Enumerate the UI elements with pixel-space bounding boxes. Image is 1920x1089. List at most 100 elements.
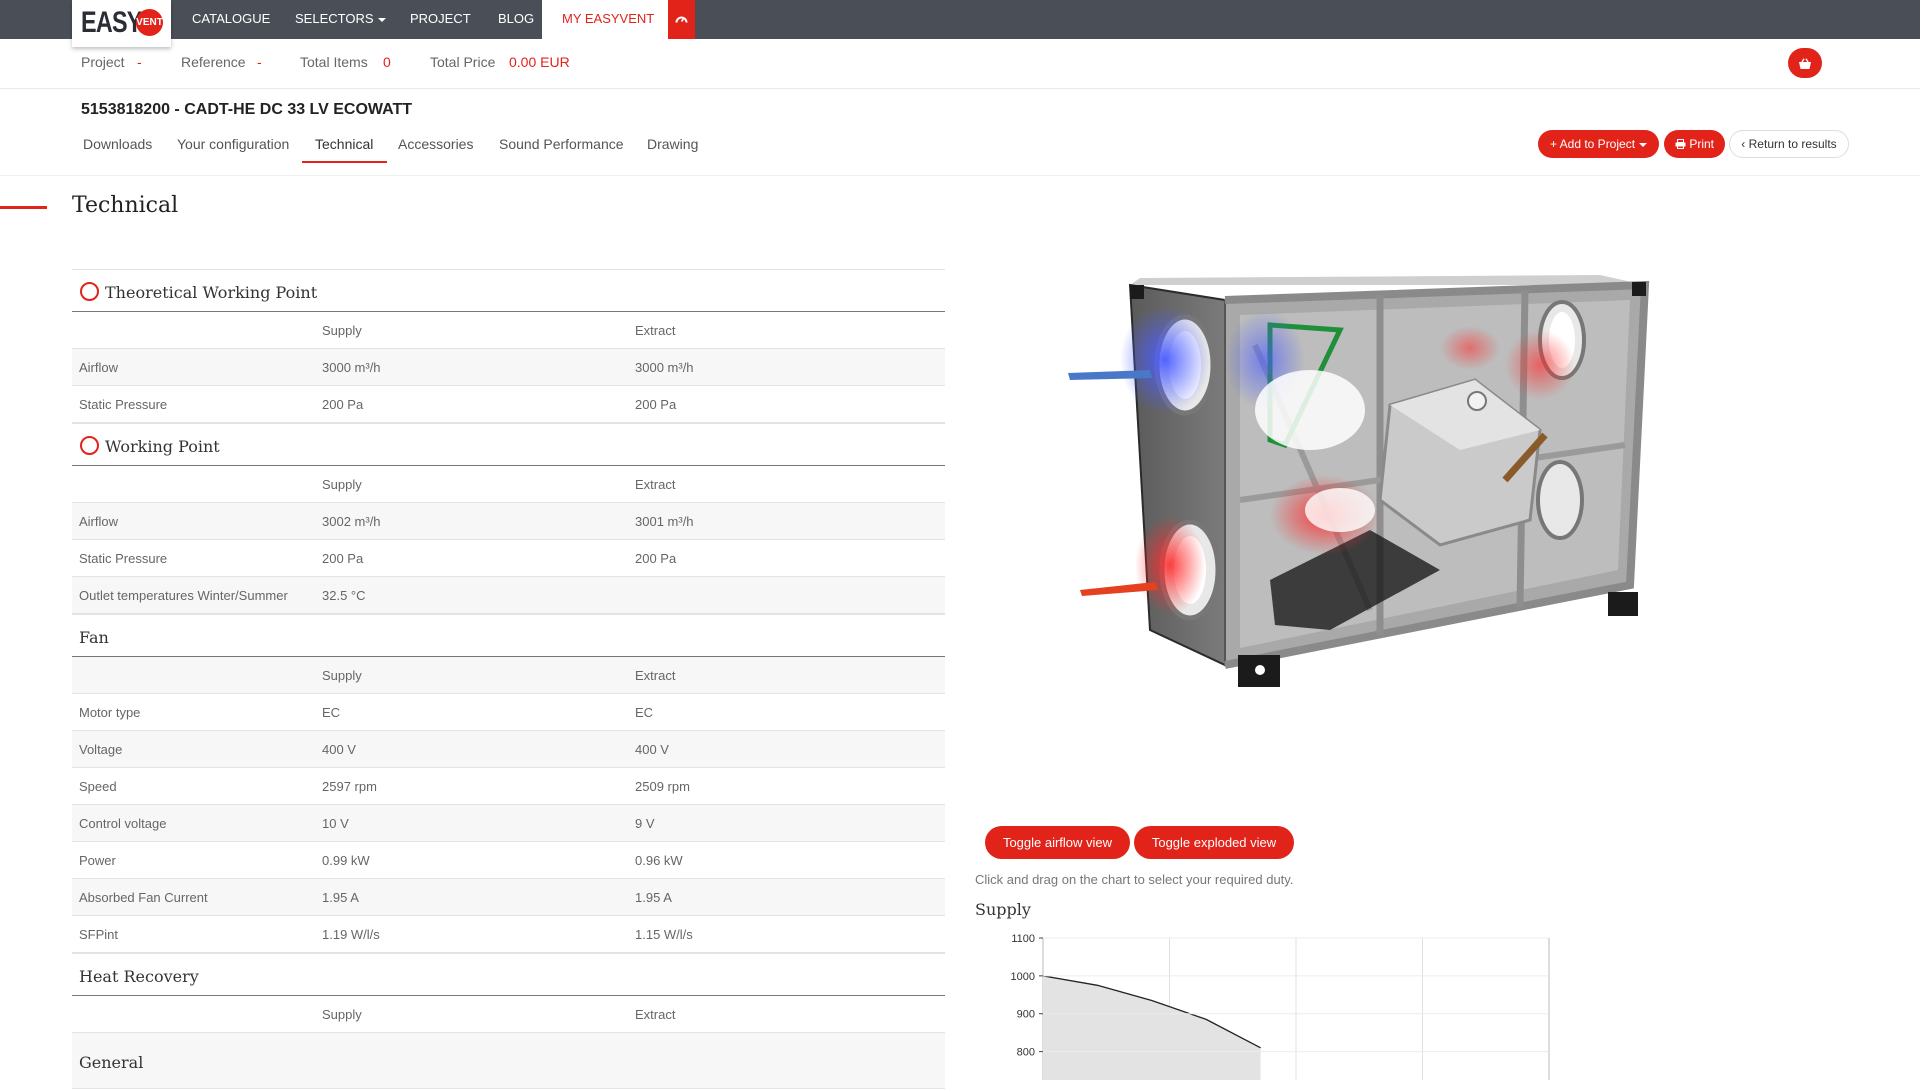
logo-text: EASY [81,6,142,39]
supply-value: EC [322,705,341,720]
technical-table: Theoretical Working Point Supply Extract… [72,269,945,1089]
add-to-project-label: Add to Project [1559,137,1636,151]
chart-y-tick-label: 1100 [1011,933,1035,945]
logo-badge: VENT [136,9,163,36]
section-title: Theoretical Working Point [105,283,318,302]
section-theoretical-working-point[interactable]: Theoretical Working Point [72,269,945,312]
reference-label: Reference [181,54,246,70]
total-price-label: Total Price [430,54,496,70]
table-row: Absorbed Fan Current 1.95 A 1.95 A [72,879,945,916]
table-row: SFPint 1.19 W/l/s 1.15 W/l/s [72,916,945,953]
supply-value: 200 Pa [322,551,364,566]
section-heat-recovery[interactable]: Heat Recovery [72,953,945,996]
row-label: Static Pressure [79,397,168,412]
extract-value: 400 V [635,742,669,757]
supply-value: 3000 m³/h [322,360,381,375]
col-supply: Supply [322,1007,362,1022]
product-3d-viewer[interactable] [1040,270,1680,710]
total-price-value: 0.00 EUR [509,54,570,70]
table-row: Static Pressure 200 Pa 200 Pa [72,386,945,423]
air-handling-unit-image [1068,275,1650,687]
table-header-row: Supply Extract [72,996,945,1033]
supply-chart-svg[interactable]: 1100 1000 900 800 [995,928,1555,1089]
toggle-circle-icon[interactable] [80,436,99,455]
nav-catalogue[interactable]: CATALOGUE [192,0,270,39]
col-extract: Extract [635,323,676,338]
supply-value: 200 Pa [322,397,364,412]
table-row: Speed 2597 rpm 2509 rpm [72,768,945,805]
extract-value: 3001 m³/h [635,514,694,529]
col-supply: Supply [322,668,362,683]
tab-technical[interactable]: Technical [315,136,373,152]
tab-accessories[interactable]: Accessories [398,136,473,152]
print-label: Print [1689,137,1715,151]
supply-fan-curve-chart[interactable]: 1100 1000 900 800 [995,928,1555,1089]
row-label: SFPint [79,927,119,942]
dashboard-icon[interactable] [668,0,695,39]
tab-drawing[interactable]: Drawing [647,136,698,152]
nav-my-easyvent[interactable]: MY EASYVENT [542,0,675,39]
nav-selectors[interactable]: SELECTORS [295,0,386,39]
table-row: Motor type EC EC [72,694,945,731]
page-title: Technical [72,193,179,218]
supply-value: 3002 m³/h [322,514,381,529]
chart-y-tick-label: 1000 [1011,971,1035,983]
table-row: Voltage 400 V 400 V [72,731,945,768]
extract-value: 9 V [635,816,655,831]
chart-y-tick-label: 800 [1017,1047,1035,1059]
product-title: 5153818200 - CADT-HE DC 33 LV ECOWATT [81,101,413,118]
supply-value: 10 V [322,816,349,831]
col-extract: Extract [635,1007,676,1022]
add-to-project-button[interactable]: + Add to Project [1538,130,1659,158]
col-extract: Extract [635,668,676,683]
row-label: Static Pressure [79,551,168,566]
row-label: Outlet temperatures Winter/Summer [79,588,288,603]
extract-value: 0.96 kW [635,853,683,868]
print-button[interactable]: Print [1664,130,1725,158]
basket-icon[interactable] [1788,48,1822,78]
section-title: Fan [79,628,109,647]
section-title: Working Point [105,437,220,456]
tab-sound-performance[interactable]: Sound Performance [499,136,624,152]
extract-value: 200 Pa [635,397,677,412]
reference-value: - [257,54,262,70]
row-label: Motor type [79,705,141,720]
project-label: Project [81,54,125,70]
toggle-airflow-view-button[interactable]: Toggle airflow view [985,826,1130,859]
col-extract: Extract [635,477,676,492]
top-navbar: EASY VENT CATALOGUE SELECTORS PROJECT BL… [0,0,1920,47]
section-accent-bar [0,206,47,209]
supply-value: 0.99 kW [322,853,370,868]
row-label: Speed [79,779,117,794]
chart-y-tick-label: 900 [1017,1009,1035,1021]
supply-chart-title: Supply [975,900,1031,919]
chevron-left-icon: ‹ [1741,137,1749,151]
printer-icon [1675,139,1686,149]
table-header-row: Supply Extract [72,657,945,694]
table-row: Power 0.99 kW 0.96 kW [72,842,945,879]
col-supply: Supply [322,477,362,492]
supply-value: 400 V [322,742,356,757]
tab-downloads[interactable]: Downloads [83,136,152,152]
table-row: Static Pressure 200 Pa 200 Pa [72,540,945,577]
table-row: Control voltage 10 V 9 V [72,805,945,842]
toggle-exploded-view-button[interactable]: Toggle exploded view [1134,826,1294,859]
row-label: Control voltage [79,816,167,831]
section-working-point[interactable]: Working Point [72,423,945,466]
nav-blog[interactable]: BLOG [498,0,534,39]
tab-your-configuration[interactable]: Your configuration [177,136,289,152]
nav-project[interactable]: PROJECT [410,0,471,39]
total-items-value: 0 [383,54,391,70]
table-header-row: Supply Extract [72,312,945,349]
section-fan[interactable]: Fan [72,614,945,657]
nav-selectors-label: SELECTORS [295,11,374,26]
row-label: Absorbed Fan Current [79,890,208,905]
toggle-circle-icon[interactable] [80,282,99,301]
section-title: General [79,1053,144,1072]
table-row: Airflow 3000 m³/h 3000 m³/h [72,349,945,386]
return-to-results-button[interactable]: ‹ Return to results [1729,130,1849,158]
supply-value: 1.95 A [322,890,359,905]
chart-hint-text: Click and drag on the chart to select yo… [975,872,1294,887]
section-general[interactable]: General [72,1033,945,1089]
table-row: Airflow 3002 m³/h 3001 m³/h [72,503,945,540]
